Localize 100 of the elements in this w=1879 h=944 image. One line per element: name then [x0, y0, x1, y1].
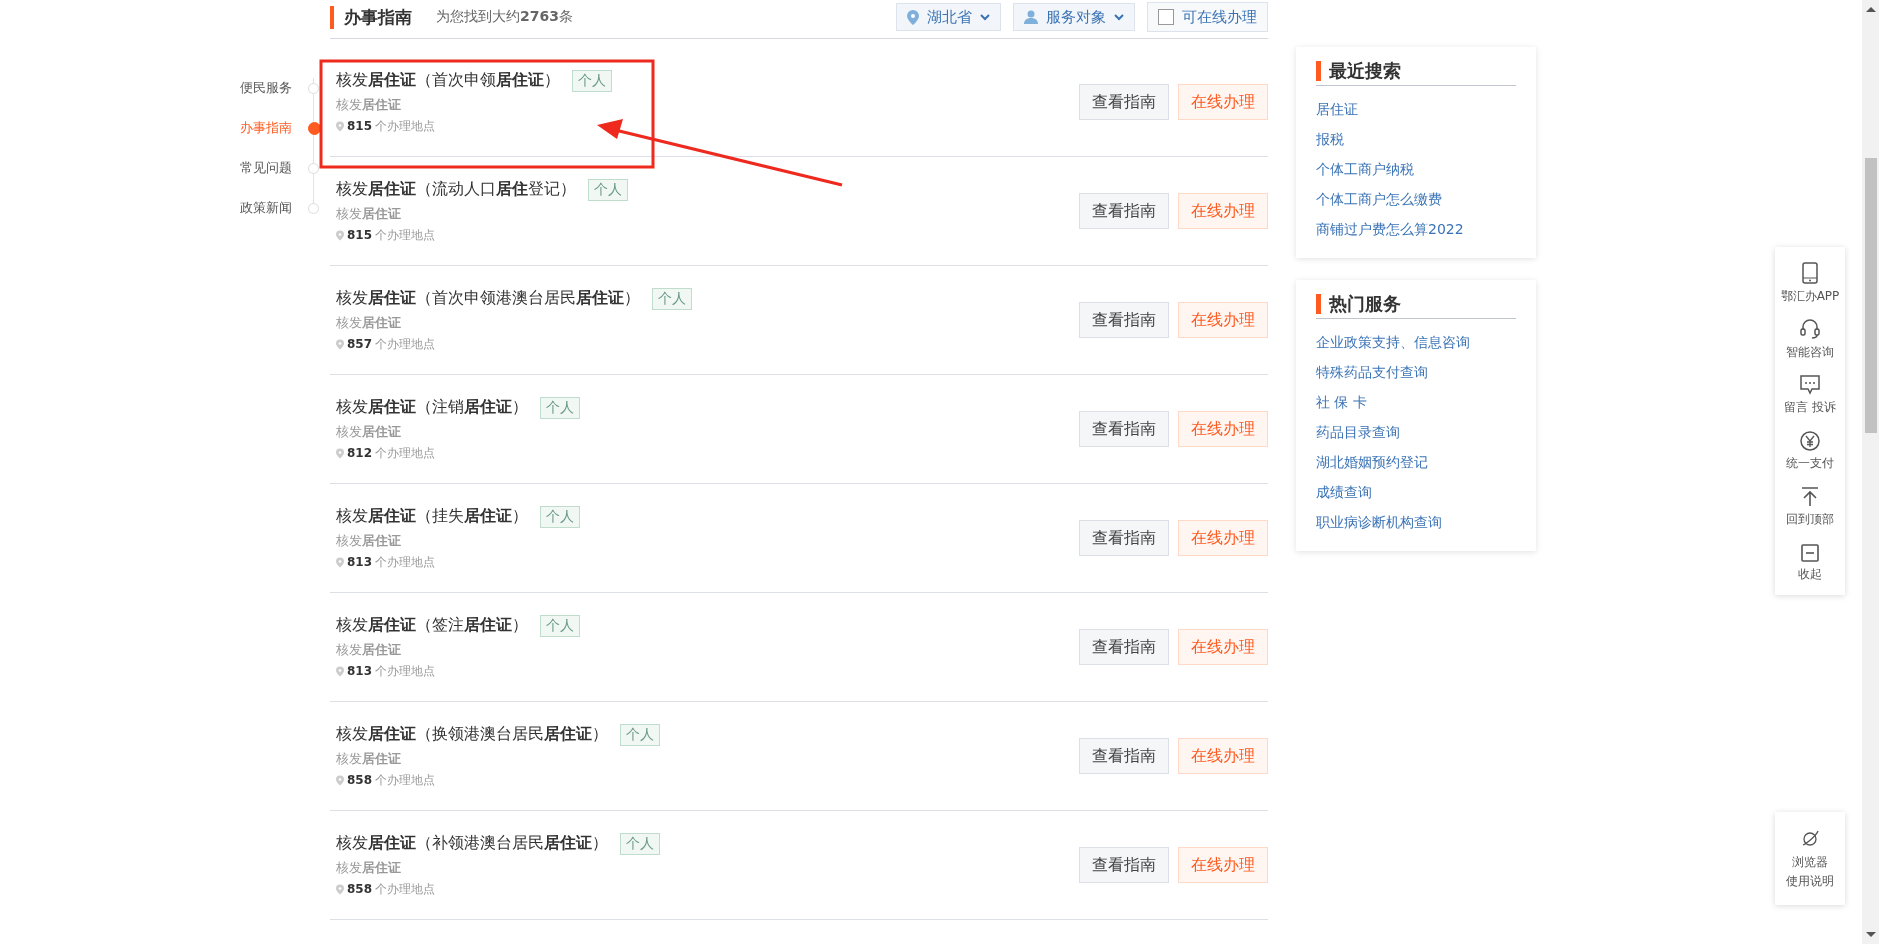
chevron-down-icon [980, 13, 990, 21]
location-pin-icon [336, 120, 344, 132]
scrollbar-thumb[interactable] [1864, 158, 1877, 433]
headset-icon [1800, 317, 1820, 340]
view-guide-button[interactable]: 查看指南 [1079, 847, 1169, 883]
sidebar-link[interactable]: 居住证 [1316, 94, 1358, 124]
result-title[interactable]: 核发居住证（签注居住证） [336, 615, 528, 636]
location-label: 个办理地点 [375, 444, 436, 462]
location-count: 858 [347, 882, 373, 896]
sidebar-link[interactable]: 个体工商户纳税 [1316, 154, 1414, 184]
location-label: 个办理地点 [375, 771, 436, 789]
location-count: 813 [347, 555, 373, 569]
sidebar-link[interactable]: 个体工商户怎么缴费 [1316, 184, 1442, 214]
sidebar-link[interactable]: 企业政策支持、信息咨询 [1316, 327, 1470, 357]
location-pin-icon [336, 556, 344, 568]
accent-bar [1316, 61, 1321, 81]
sidebar-link[interactable]: 社 保 卡 [1316, 387, 1367, 417]
result-title[interactable]: 核发居住证（首次申领居住证） [336, 70, 560, 91]
result-subtitle: 核发居住证 [336, 95, 401, 114]
result-subtitle: 核发居住证 [336, 749, 401, 768]
location-label: 个办理地点 [375, 880, 436, 898]
toolbar-button[interactable]: 智能咨询 [1775, 311, 1845, 367]
accent-bar [1316, 294, 1321, 314]
sidebar-link[interactable]: 成绩查询 [1316, 477, 1372, 507]
location-label: 个办理地点 [375, 226, 436, 244]
section-title: 办事指南 [330, 5, 412, 29]
view-guide-button[interactable]: 查看指南 [1079, 302, 1169, 338]
card-title: 热门服务 [1329, 292, 1401, 316]
view-guide-button[interactable]: 查看指南 [1079, 520, 1169, 556]
sidebar-link[interactable]: 报税 [1316, 124, 1344, 154]
audience-tag: 个人 [540, 396, 580, 419]
result-subtitle: 核发居住证 [336, 640, 401, 659]
sidebar-link[interactable]: 职业病诊断机构查询 [1316, 507, 1442, 537]
toolbar-button[interactable]: 统一支付 [1775, 423, 1845, 479]
audience-tag: 个人 [572, 69, 612, 92]
result-title[interactable]: 核发居住证（首次申领港澳台居民居住证） [336, 288, 640, 309]
online-only-checkbox[interactable]: 可在线办理 [1147, 2, 1268, 32]
card-title: 最近搜索 [1329, 59, 1401, 83]
toolbar-button[interactable]: 回到顶部 [1775, 479, 1845, 535]
toolbar-button[interactable]: 鄂汇办APP [1775, 255, 1845, 311]
location-pin-icon [336, 447, 344, 459]
result-title[interactable]: 核发居住证（补领港澳台居民居住证） [336, 833, 608, 854]
chevron-down-icon [1114, 13, 1124, 21]
result-subtitle: 核发居住证 [336, 422, 401, 441]
result-title[interactable]: 核发居住证（换领港澳台居民居住证） [336, 724, 608, 745]
audience-tag: 个人 [540, 614, 580, 637]
location-pin-icon [907, 9, 919, 25]
toolbar-button[interactable]: 留言 投诉 [1775, 367, 1845, 423]
sidebar-link[interactable]: 湖北婚姻预约登记 [1316, 447, 1428, 477]
result-title[interactable]: 核发居住证（注销居住证） [336, 397, 528, 418]
message-icon [1800, 374, 1820, 395]
location-label: 个办理地点 [375, 117, 436, 135]
view-guide-button[interactable]: 查看指南 [1079, 411, 1169, 447]
location-count: 812 [347, 446, 373, 460]
location-count: 815 [347, 228, 373, 242]
view-guide-button[interactable]: 查看指南 [1079, 193, 1169, 229]
audience-tag: 个人 [620, 723, 660, 746]
location-pin-icon [336, 665, 344, 677]
scroll-down-icon[interactable] [1865, 932, 1876, 938]
minus-square-icon [1801, 543, 1819, 562]
location-count: 813 [347, 664, 373, 678]
view-guide-button[interactable]: 查看指南 [1079, 84, 1169, 120]
sidebar-link[interactable]: 特殊药品支付查询 [1316, 357, 1428, 387]
nav-item[interactable]: 便民服务 [240, 79, 308, 97]
sidebar-link[interactable]: 药品目录查询 [1316, 417, 1400, 447]
location-label: 个办理地点 [375, 662, 436, 680]
result-subtitle: 核发居住证 [336, 531, 401, 550]
result-subtitle: 核发居住证 [336, 313, 401, 332]
location-pin-icon [336, 774, 344, 786]
location-pin-icon [336, 229, 344, 241]
location-count: 858 [347, 773, 373, 787]
filter-dropdown[interactable]: 服务对象 [1013, 3, 1135, 31]
audience-tag: 个人 [588, 178, 628, 201]
location-count: 857 [347, 337, 373, 351]
view-guide-button[interactable]: 查看指南 [1079, 629, 1169, 665]
browser-help-button[interactable]: 浏览器 使用说明 [1775, 812, 1845, 905]
nav-item[interactable]: 常见问题 [240, 159, 308, 177]
view-guide-button[interactable]: 查看指南 [1079, 738, 1169, 774]
result-title[interactable]: 核发居住证（流动人口居住登记） [336, 179, 576, 200]
location-label: 个办理地点 [375, 335, 436, 353]
location-count: 815 [347, 119, 373, 133]
audience-tag: 个人 [652, 287, 692, 310]
yen-icon [1800, 430, 1820, 451]
result-count: 为您找到大约2763条 [436, 8, 573, 26]
phone-icon [1802, 261, 1818, 284]
result-title[interactable]: 核发居住证（挂失居住证） [336, 506, 528, 527]
person-icon [1024, 10, 1038, 24]
scroll-up-icon[interactable] [1865, 6, 1876, 12]
audience-tag: 个人 [620, 832, 660, 855]
checkbox[interactable] [1158, 9, 1174, 25]
result-subtitle: 核发居住证 [336, 204, 401, 223]
filter-dropdown[interactable]: 湖北省 [896, 3, 1001, 31]
scrollbar[interactable] [1862, 0, 1879, 944]
location-label: 个办理地点 [375, 553, 436, 571]
location-pin-icon [336, 338, 344, 350]
toolbar-button[interactable]: 收起 [1775, 535, 1845, 591]
sidebar-link[interactable]: 商铺过户费怎么算2022 [1316, 214, 1464, 244]
audience-tag: 个人 [540, 505, 580, 528]
nav-item[interactable]: 政策新闻 [240, 199, 308, 217]
result-subtitle: 核发居住证 [336, 858, 401, 877]
